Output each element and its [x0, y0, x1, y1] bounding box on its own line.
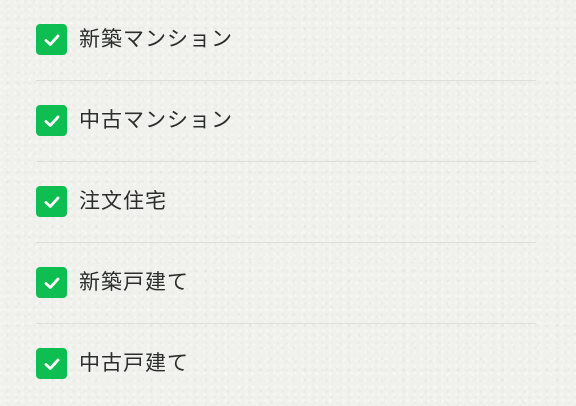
option-label: 中古戸建て — [79, 351, 189, 375]
checkbox-used-condo[interactable] — [36, 105, 67, 136]
checkbox-used-house[interactable] — [36, 348, 67, 379]
option-label: 注文住宅 — [79, 189, 167, 213]
check-icon — [44, 277, 59, 289]
checkbox-custom-home[interactable] — [36, 186, 67, 217]
checkbox-new-condo[interactable] — [36, 24, 67, 55]
checkbox-new-house[interactable] — [36, 267, 67, 298]
check-icon — [44, 196, 59, 208]
option-used-house[interactable]: 中古戸建て — [36, 324, 536, 405]
check-icon — [44, 34, 59, 46]
option-custom-home[interactable]: 注文住宅 — [36, 162, 536, 243]
check-icon — [44, 358, 59, 370]
option-label: 中古マンション — [79, 108, 233, 132]
option-used-condo[interactable]: 中古マンション — [36, 81, 536, 162]
option-label: 新築戸建て — [79, 270, 189, 294]
option-new-condo[interactable]: 新築マンション — [36, 0, 536, 81]
option-label: 新築マンション — [79, 27, 233, 51]
check-icon — [44, 115, 59, 127]
option-new-house[interactable]: 新築戸建て — [36, 243, 536, 324]
property-type-checklist: 新築マンション 中古マンション 注文住宅 新築戸建て 中古戸建て — [36, 0, 536, 405]
